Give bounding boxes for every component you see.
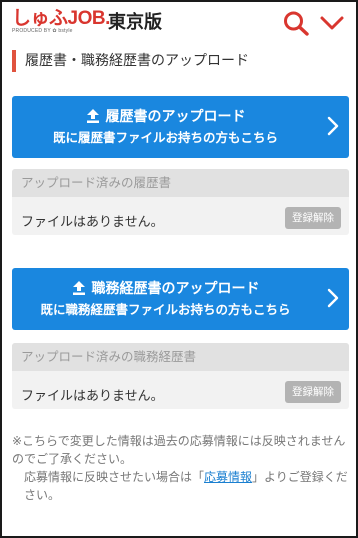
notice-line-2: 応募情報に反映させたい場合は「応募情報」よりご登録ください。: [24, 470, 348, 502]
menu-toggle-button[interactable]: [318, 10, 346, 36]
resume-file-status: ファイルはありません。: [21, 215, 164, 230]
site-logo[interactable]: しゅふJOB. PRODUCED BY ✿ bstyle: [12, 8, 110, 36]
search-icon: [284, 11, 309, 36]
career-file-status: ファイルはありません。: [21, 389, 164, 404]
logo-produced-by: PRODUCED BY ✿ bstyle: [12, 28, 73, 34]
chevron-down-icon: [320, 16, 344, 30]
site-header: しゅふJOB. PRODUCED BY ✿ bstyle 東京版: [4, 4, 354, 38]
resume-upload-sublabel: 既に履歴書ファイルお持ちの方もこちら: [52, 130, 278, 145]
notice-line-1: ※こちらで変更した情報は過去の応募情報には反映されませんのでご了承ください。: [12, 434, 346, 466]
upload-icon: [72, 281, 85, 295]
career-panel-title: アップロード済みの職務経歴書: [12, 343, 349, 371]
resume-upload-label: 履歴書のアップロード: [12, 108, 319, 126]
chevron-right-icon: [327, 116, 339, 136]
upload-icon: [86, 109, 99, 123]
resume-uploaded-panel: アップロード済みの履歴書 ファイルはありません。 登録解除: [12, 169, 349, 235]
page-frame: しゅふJOB. PRODUCED BY ✿ bstyle 東京版 履歴書・職務経…: [0, 0, 358, 538]
section-title: 履歴書・職務経歴書のアップロード: [12, 50, 346, 72]
career-upload-sublabel: 既に職務経歴書ファイルお持ちの方もこちら: [40, 302, 291, 317]
career-uploaded-panel: アップロード済みの職務経歴書 ファイルはありません。 登録解除: [12, 343, 349, 409]
resume-unregister-button[interactable]: 登録解除: [285, 207, 341, 229]
resume-panel-title: アップロード済みの履歴書: [12, 169, 349, 197]
area-label: 東京版: [108, 12, 162, 33]
logo-wordmark: しゅふJOB.: [12, 7, 110, 29]
career-unregister-button[interactable]: 登録解除: [285, 381, 341, 403]
resume-upload-button[interactable]: 履歴書のアップロード 既に履歴書ファイルお持ちの方もこちら: [12, 96, 349, 158]
career-upload-label: 職務経歴書のアップロード: [12, 280, 319, 298]
application-info-link[interactable]: 応募情報: [204, 470, 252, 484]
chevron-right-icon: [327, 288, 339, 308]
notice-text: ※こちらで変更した情報は過去の応募情報には反映されませんのでご了承ください。 応…: [12, 432, 350, 504]
search-button[interactable]: [282, 10, 310, 36]
career-upload-button[interactable]: 職務経歴書のアップロード 既に職務経歴書ファイルお持ちの方もこちら: [12, 268, 349, 330]
